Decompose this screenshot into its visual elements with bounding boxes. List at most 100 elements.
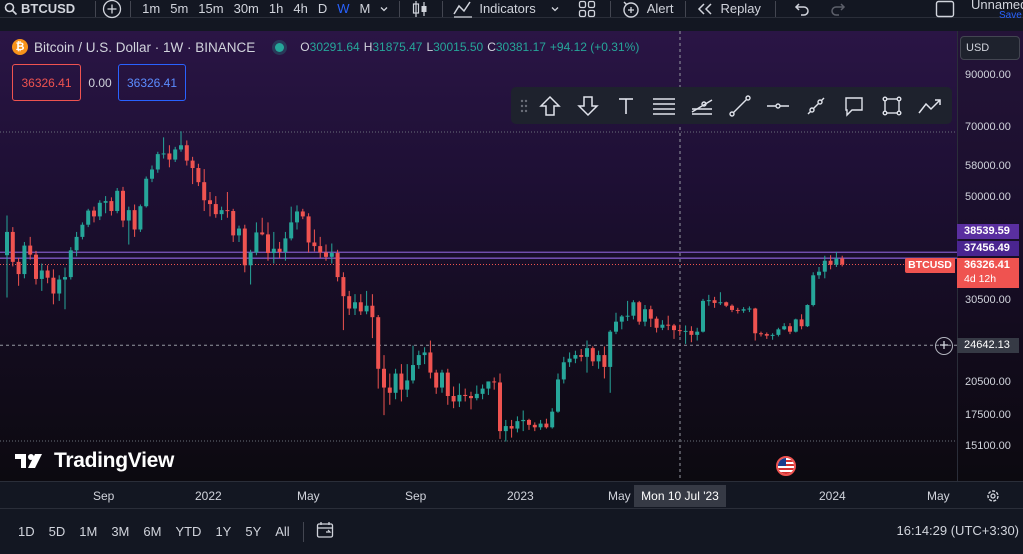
trend-channel-button[interactable]: [683, 91, 721, 121]
candle[interactable]: [335, 249, 340, 282]
path-button[interactable]: [911, 91, 949, 121]
candle[interactable]: [480, 384, 485, 400]
candle[interactable]: [300, 208, 305, 220]
candle[interactable]: [672, 323, 676, 339]
layout-name-button[interactable]: Unnamed Save: [971, 0, 1023, 21]
go-to-date-button[interactable]: [312, 521, 340, 542]
candle[interactable]: [150, 165, 154, 183]
ray-button[interactable]: [797, 91, 835, 121]
interval-15m[interactable]: 15m: [193, 0, 228, 18]
candle[interactable]: [503, 419, 508, 442]
candle[interactable]: [741, 307, 746, 313]
candle[interactable]: [231, 208, 236, 242]
candle[interactable]: [776, 327, 781, 337]
candle[interactable]: [602, 346, 607, 379]
candle[interactable]: [614, 312, 618, 335]
trend-line-button[interactable]: [721, 91, 759, 121]
buy-button[interactable]: 36326.41: [118, 64, 186, 101]
rectangle-button[interactable]: [873, 91, 911, 121]
candle[interactable]: [747, 306, 752, 313]
candle[interactable]: [416, 350, 421, 369]
candle[interactable]: [422, 347, 427, 365]
candle[interactable]: [329, 243, 334, 264]
candle[interactable]: [190, 156, 195, 185]
candle[interactable]: [22, 241, 27, 279]
candle[interactable]: [289, 206, 294, 241]
candle[interactable]: [109, 197, 114, 216]
interval-4h[interactable]: 4h: [288, 0, 312, 18]
candle[interactable]: [474, 385, 479, 401]
candle[interactable]: [440, 369, 444, 393]
candle[interactable]: [701, 298, 705, 333]
candle[interactable]: [260, 217, 265, 236]
candle[interactable]: [492, 377, 497, 390]
candle[interactable]: [550, 408, 555, 429]
candle[interactable]: [735, 307, 740, 314]
candle[interactable]: [544, 418, 549, 429]
candle[interactable]: [677, 324, 682, 336]
interval-30m[interactable]: 30m: [229, 0, 264, 18]
interval-W[interactable]: W: [332, 0, 354, 18]
candle[interactable]: [695, 327, 700, 341]
symbol-search-button[interactable]: BTCUSD: [0, 0, 75, 18]
economic-event-icon[interactable]: [776, 456, 796, 476]
candle[interactable]: [445, 368, 450, 405]
candle[interactable]: [770, 333, 775, 340]
chart-settings-button[interactable]: [985, 488, 1001, 509]
candle[interactable]: [590, 346, 595, 366]
candle[interactable]: [312, 229, 317, 252]
candle[interactable]: [509, 419, 514, 438]
candle[interactable]: [486, 381, 491, 395]
candle[interactable]: [660, 320, 665, 331]
candle[interactable]: [92, 206, 96, 223]
timezone-clock[interactable]: 16:14:29 (UTC+3:30): [897, 523, 1019, 538]
candle[interactable]: [254, 222, 259, 256]
interval-1h[interactable]: 1h: [264, 0, 288, 18]
candle[interactable]: [799, 314, 804, 330]
candle[interactable]: [399, 364, 404, 402]
arrow-mark-down-button[interactable]: [569, 91, 607, 121]
candle[interactable]: [242, 224, 247, 273]
callout-button[interactable]: [835, 91, 873, 121]
candle[interactable]: [86, 208, 91, 228]
candle[interactable]: [764, 332, 769, 339]
range-1d[interactable]: 1D: [11, 524, 42, 539]
candle[interactable]: [237, 225, 241, 242]
candle[interactable]: [382, 355, 386, 416]
candle[interactable]: [538, 419, 543, 430]
candle[interactable]: [712, 296, 717, 308]
candle[interactable]: [730, 304, 734, 313]
sell-button[interactable]: 36326.41: [12, 64, 81, 101]
candle[interactable]: [115, 188, 120, 214]
candle[interactable]: [822, 255, 827, 279]
range-1m[interactable]: 1M: [72, 524, 104, 539]
candle[interactable]: [788, 323, 792, 335]
time-axis[interactable]: Sep 2022 May Sep 2023 May 2024 May Mon 10 Jul '…: [0, 481, 1023, 508]
fib-retracement-button[interactable]: [645, 91, 683, 121]
candle[interactable]: [532, 422, 537, 432]
candle[interactable]: [358, 294, 363, 315]
candle[interactable]: [648, 305, 653, 327]
candle[interactable]: [434, 369, 439, 394]
candle[interactable]: [469, 391, 473, 410]
candle[interactable]: [132, 204, 137, 237]
candle[interactable]: [393, 368, 398, 400]
candle[interactable]: [184, 140, 189, 166]
candle[interactable]: [208, 192, 212, 217]
candle[interactable]: [724, 301, 729, 308]
candle[interactable]: [567, 352, 572, 367]
candle[interactable]: [457, 383, 462, 408]
candle[interactable]: [213, 196, 218, 218]
candle[interactable]: [376, 314, 381, 389]
candle[interactable]: [370, 294, 375, 339]
interval-D[interactable]: D: [313, 0, 332, 18]
candle[interactable]: [643, 305, 647, 327]
range-5d[interactable]: 5D: [42, 524, 73, 539]
candle[interactable]: [68, 247, 73, 280]
candle[interactable]: [266, 222, 270, 261]
tradingview-logo[interactable]: TradingView: [14, 449, 174, 473]
interval-M[interactable]: M: [355, 0, 376, 18]
interval-5m[interactable]: 5m: [165, 0, 193, 18]
indicators-dropdown-button[interactable]: [540, 0, 570, 18]
arrow-mark-up-button[interactable]: [531, 91, 569, 121]
